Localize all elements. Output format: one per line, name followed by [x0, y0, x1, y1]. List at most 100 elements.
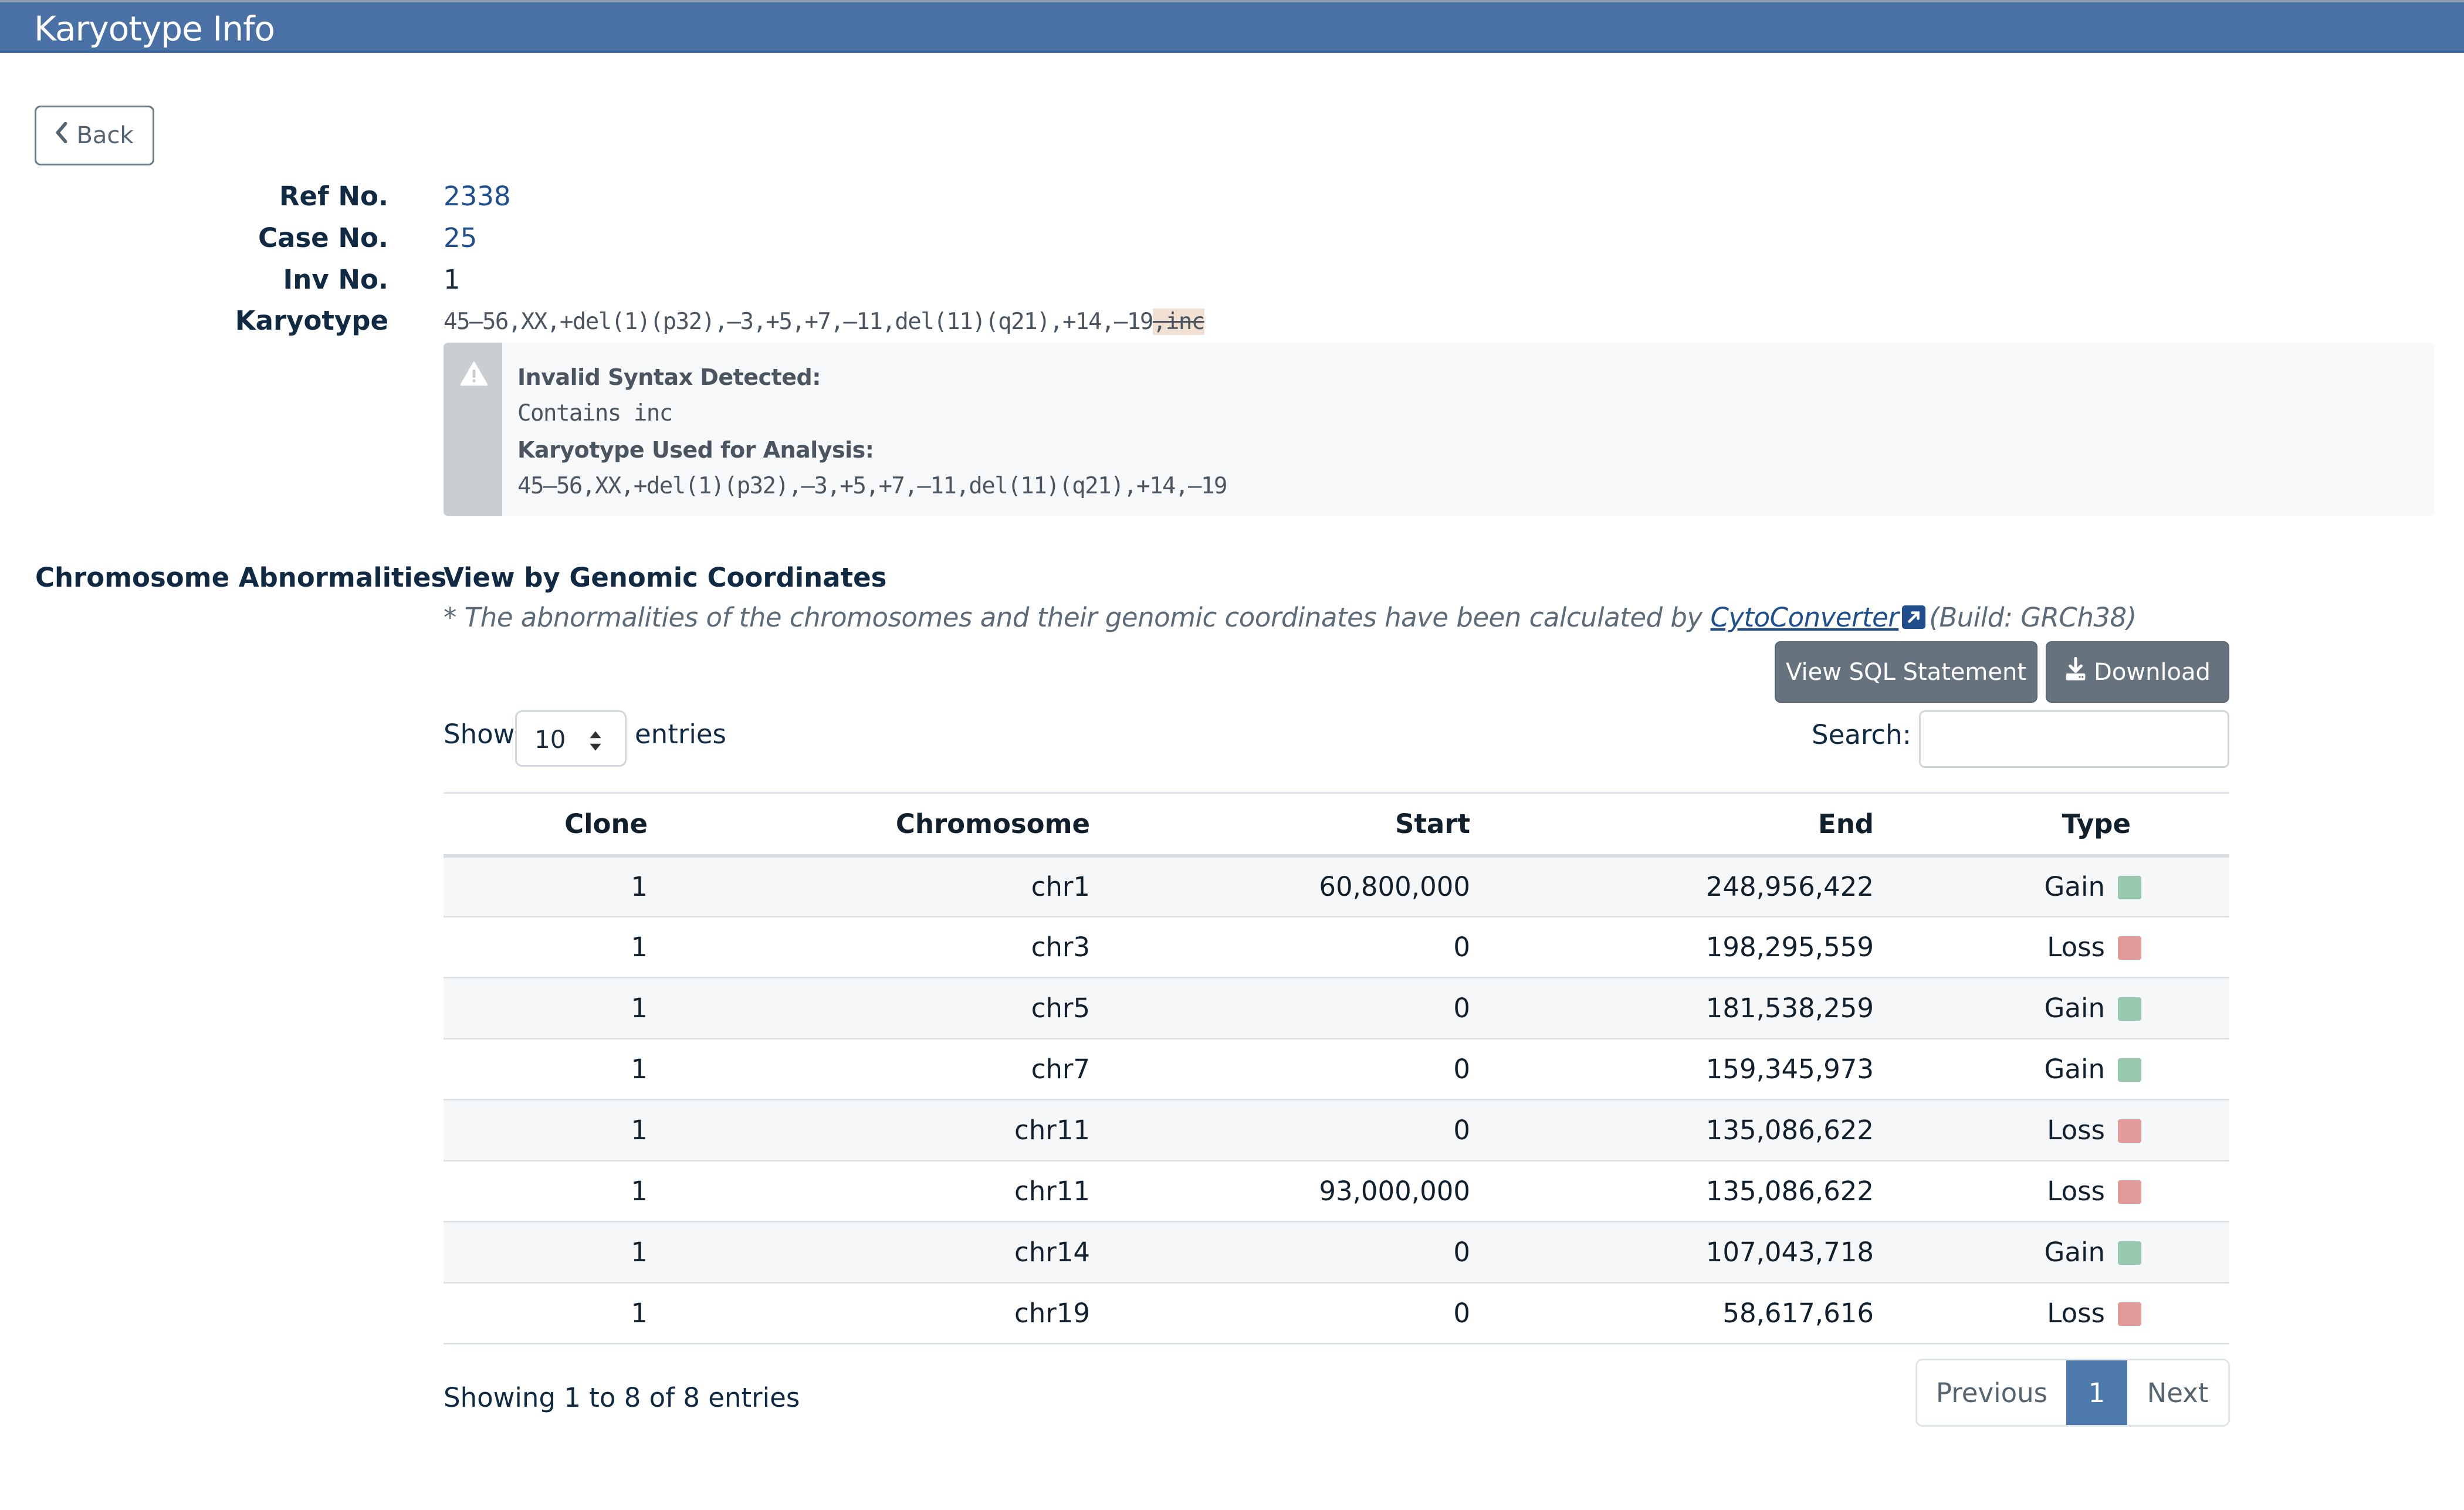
view-sql-statement-button[interactable]: View SQL Statement — [1775, 641, 2037, 703]
search-label: Search: — [1812, 719, 1911, 750]
ref-no-label: Ref No. — [279, 181, 388, 212]
case-no-label: Case No. — [258, 222, 388, 253]
type-label: Loss — [2047, 1176, 2105, 1207]
back-button-label: Back — [76, 122, 134, 149]
table-row: 1 chr11 0 135,086,622 Loss — [444, 1099, 2229, 1161]
column-header-end[interactable]: End — [1470, 793, 1874, 856]
chevron-left-icon — [55, 121, 68, 149]
cell-clone: 1 — [631, 1115, 648, 1146]
cell-clone: 1 — [631, 1237, 648, 1268]
cell-type: Gain — [1874, 1039, 2229, 1100]
loss-swatch-icon — [2118, 1180, 2141, 1204]
cell-clone: 1 — [631, 871, 648, 902]
table-row: 1 chr19 0 58,617,616 Loss — [444, 1283, 2229, 1344]
genomic-coordinates-title: View by Genomic Coordinates — [444, 562, 887, 593]
note-prefix: * The abnormalities of the chromosomes a… — [444, 602, 1703, 633]
cytoconverter-link[interactable]: CytoConverter — [1710, 602, 1898, 633]
note-suffix: (Build: GRCh38) — [1929, 602, 2137, 633]
cell-chromosome: chr11 — [1014, 1176, 1090, 1207]
table-row: 1 chr3 0 198,295,559 Loss — [444, 917, 2229, 978]
cell-type: Gain — [1874, 978, 2229, 1039]
download-button[interactable]: Download — [2046, 641, 2229, 703]
cell-type: Loss — [1874, 1161, 2229, 1222]
cell-type: Gain — [1874, 856, 2229, 917]
type-label: Gain — [2044, 871, 2105, 902]
cell-start: 0 — [1453, 932, 1470, 963]
abnormalities-table: Clone Chromosome Start End Type 1 chr1 60,… — [444, 792, 2229, 1345]
chromosome-abnormalities-label: Chromosome Abnormalities — [35, 562, 447, 593]
type-label: Gain — [2044, 1237, 2105, 1268]
warning-triangle-icon — [460, 361, 488, 386]
cell-start: 0 — [1453, 993, 1470, 1024]
type-label: Loss — [2047, 1115, 2105, 1146]
cell-chromosome: chr14 — [1014, 1237, 1090, 1268]
cell-type: Loss — [1874, 917, 2229, 978]
download-label: Download — [2094, 658, 2211, 686]
table-row: 1 chr7 0 159,345,973 Gain — [444, 1039, 2229, 1100]
column-header-chromosome[interactable]: Chromosome — [648, 793, 1090, 856]
cell-end: 159,345,973 — [1705, 1054, 1874, 1085]
cell-type: Loss — [1874, 1100, 2229, 1161]
cell-clone: 1 — [631, 932, 648, 963]
table-info: Showing 1 to 8 of 8 entries — [444, 1382, 800, 1413]
type-label: Gain — [2044, 1054, 2105, 1085]
case-no-link[interactable]: 25 — [444, 222, 477, 253]
cell-type: Loss — [1874, 1283, 2229, 1344]
pagination-page-1[interactable]: 1 — [2066, 1360, 2127, 1425]
cell-end: 58,617,616 — [1722, 1298, 1874, 1329]
entries-per-page-select[interactable]: 10 — [515, 710, 627, 767]
entries-label: entries — [635, 719, 726, 750]
cell-chromosome: chr3 — [1031, 932, 1090, 963]
loss-swatch-icon — [2118, 936, 2141, 960]
karyotype-value: 45–56,XX,+del(1)(p32),–3,+5,+7,–11,del(1… — [444, 309, 1205, 335]
cell-chromosome: chr19 — [1014, 1298, 1090, 1329]
table-row: 1 chr1 60,800,000 248,956,422 Gain — [444, 855, 2229, 917]
pagination-next[interactable]: Next — [2127, 1360, 2228, 1425]
cell-chromosome: chr1 — [1031, 871, 1090, 902]
cell-clone: 1 — [631, 1054, 648, 1085]
page-header: Karyotype Info — [0, 0, 2464, 53]
cell-end: 135,086,622 — [1705, 1176, 1874, 1207]
cell-clone: 1 — [631, 1176, 648, 1207]
ref-no-link[interactable]: 2338 — [444, 181, 511, 212]
column-header-start[interactable]: Start — [1090, 793, 1470, 856]
alert-heading: Invalid Syntax Detected: — [517, 364, 821, 390]
entries-select-value: 10 — [534, 725, 566, 754]
download-icon — [2064, 656, 2087, 688]
cell-chromosome: chr7 — [1031, 1054, 1090, 1085]
cell-start: 0 — [1453, 1054, 1470, 1085]
cell-type: Gain — [1874, 1222, 2229, 1283]
cytoconverter-note: * The abnormalities of the chromosomes a… — [444, 602, 2137, 633]
cell-start: 0 — [1453, 1237, 1470, 1268]
inv-no-value: 1 — [444, 264, 461, 295]
search-input[interactable] — [1919, 710, 2229, 768]
sort-arrows-icon — [590, 731, 601, 751]
invalid-syntax-alert: Invalid Syntax Detected: Contains inc Ka… — [444, 343, 2434, 516]
cell-end: 198,295,559 — [1705, 932, 1874, 963]
view-sql-label: View SQL Statement — [1786, 658, 2026, 686]
cell-clone: 1 — [631, 1298, 648, 1329]
page-title: Karyotype Info — [34, 9, 275, 49]
table-header-row: Clone Chromosome Start End Type — [444, 793, 2229, 856]
loss-swatch-icon — [2118, 1302, 2141, 1326]
type-label: Loss — [2047, 932, 2105, 963]
back-button[interactable]: Back — [35, 106, 154, 165]
pagination: Previous 1 Next — [1915, 1359, 2230, 1427]
inv-no-label: Inv No. — [283, 264, 388, 295]
gain-swatch-icon — [2118, 1058, 2141, 1082]
alert-detail: Contains inc — [517, 400, 673, 426]
gain-swatch-icon — [2118, 1241, 2141, 1265]
cell-end: 248,956,422 — [1705, 871, 1874, 902]
table-row: 1 chr14 0 107,043,718 Gain — [444, 1221, 2229, 1283]
column-header-clone[interactable]: Clone — [444, 793, 648, 856]
external-link-icon[interactable] — [1902, 604, 1926, 629]
type-label: Loss — [2047, 1298, 2105, 1329]
show-label: Show — [444, 719, 515, 750]
cell-end: 107,043,718 — [1705, 1237, 1874, 1268]
table-row: 1 chr11 93,000,000 135,086,622 Loss — [444, 1161, 2229, 1222]
column-header-type[interactable]: Type — [1874, 793, 2229, 856]
cell-start: 60,800,000 — [1319, 871, 1470, 902]
karyotype-invalid-part: ,inc — [1152, 309, 1205, 335]
cell-clone: 1 — [631, 993, 648, 1024]
pagination-previous[interactable]: Previous — [1917, 1360, 2066, 1425]
